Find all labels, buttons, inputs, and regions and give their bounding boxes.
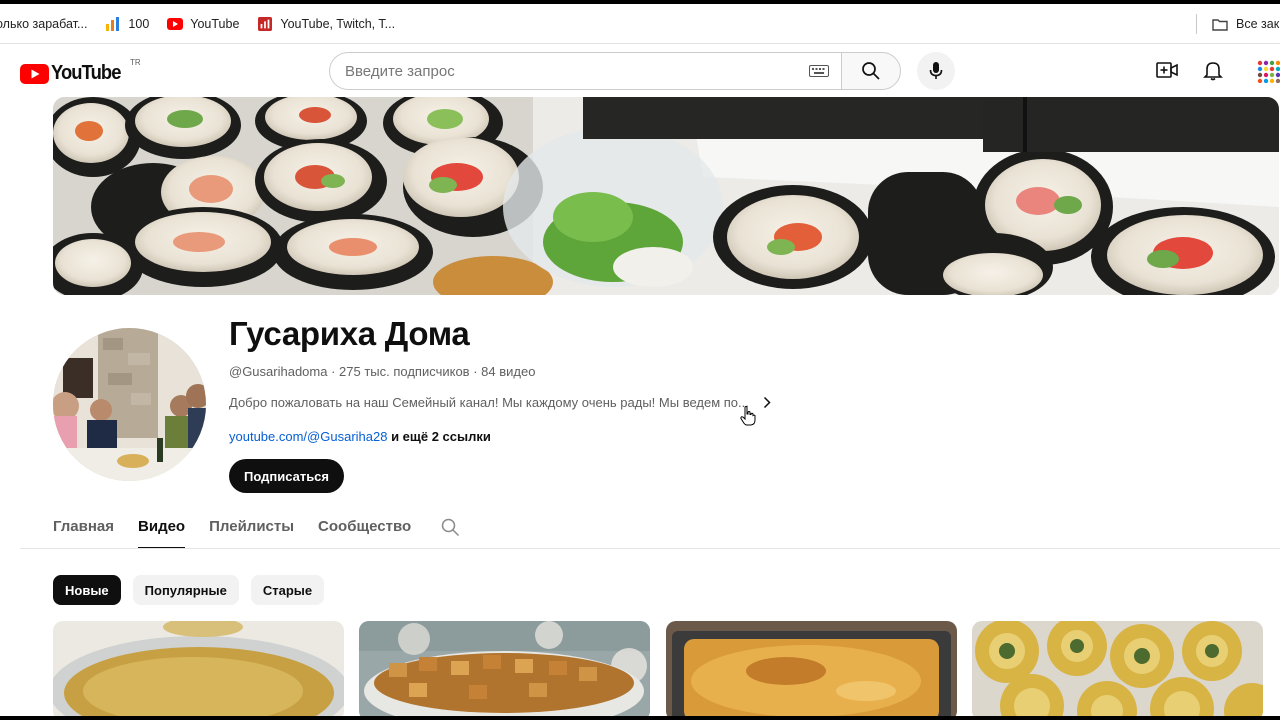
search-placeholder: Введите запрос	[345, 62, 455, 80]
video-thumbnail[interactable]	[666, 621, 957, 716]
folder-icon	[1212, 18, 1228, 31]
bookmarks-bar: олько зарабат... 100 YouTube YouTube, Tw…	[0, 4, 1280, 44]
tab-videos[interactable]: Видео	[138, 504, 186, 549]
tab-playlists[interactable]: Плейлисты	[209, 504, 294, 548]
tab-home[interactable]: Главная	[53, 504, 114, 548]
browser-window: олько зарабат... 100 YouTube YouTube, Tw…	[0, 4, 1280, 716]
channel-banner	[53, 97, 1279, 295]
search-icon	[862, 62, 880, 80]
avatar[interactable]	[1256, 59, 1280, 83]
channel-description-text: Добро пожаловать на наш Семейный канал! …	[229, 395, 749, 410]
subscribe-button[interactable]: Подписаться	[229, 459, 345, 493]
search-button[interactable]	[841, 52, 901, 90]
notifications-bell-icon[interactable]	[1203, 60, 1223, 81]
hand-pointer-cursor-icon	[740, 406, 756, 426]
bookmark-item-stats[interactable]: YouTube, Twitch, T...	[257, 16, 396, 31]
channel-search-button[interactable]	[441, 504, 460, 542]
search-bar: Введите запрос	[329, 52, 901, 90]
chip-popular[interactable]: Популярные	[132, 575, 239, 605]
channel-handle: @Gusarihadoma	[229, 364, 328, 379]
bookmark-item-100[interactable]: 100	[105, 16, 150, 31]
youtube-logo[interactable]: YouTube TR	[20, 58, 141, 85]
search-icon	[441, 518, 460, 537]
video-thumbnail[interactable]	[972, 621, 1263, 716]
bookmark-item-label: YouTube, Twitch, T...	[280, 16, 396, 31]
tabs-divider	[20, 548, 1280, 549]
bookmark-item-label: олько зарабат...	[0, 16, 88, 31]
bookmark-item-label: YouTube	[190, 16, 240, 31]
more-links-button[interactable]: и ещё 2 ссылки	[387, 429, 491, 444]
sort-chips: Новые Популярные Старые	[53, 575, 325, 605]
thumbnail-image	[972, 621, 1263, 716]
stats-icon	[258, 16, 273, 31]
voice-search-button[interactable]	[917, 52, 955, 90]
search-input[interactable]: Введите запрос	[329, 52, 841, 90]
microphone-icon	[929, 62, 943, 79]
chip-newest[interactable]: Новые	[53, 575, 121, 605]
create-video-icon[interactable]	[1156, 61, 1178, 79]
thumbnail-image	[359, 621, 650, 716]
channel-description[interactable]: Добро пожаловать на наш Семейный канал! …	[229, 395, 771, 410]
video-thumbnail[interactable]	[53, 621, 344, 716]
video-count: 84 видео	[481, 364, 536, 379]
masthead: YouTube TR Введите запрос	[0, 45, 1280, 97]
channel-link[interactable]: youtube.com/@Gusariha28	[229, 429, 387, 444]
tab-community[interactable]: Сообщество	[318, 504, 411, 548]
channel-meta: @Gusarihadoma · 275 тыс. подписчиков · 8…	[229, 364, 535, 379]
logo-text: YouTube	[51, 62, 121, 84]
keyboard-icon[interactable]	[809, 65, 829, 77]
thumbnail-image	[53, 621, 344, 716]
video-thumbnail[interactable]	[359, 621, 650, 716]
all-bookmarks-label: Все зак	[1236, 17, 1280, 31]
meta-separator: ·	[327, 364, 340, 379]
country-code: TR	[130, 58, 141, 67]
chip-oldest[interactable]: Старые	[250, 575, 325, 605]
channel-avatar[interactable]	[53, 328, 206, 481]
bookmarks-divider	[1196, 14, 1197, 34]
channel-tabs: Главная Видео Плейлисты Сообщество	[53, 504, 460, 549]
all-bookmarks-button[interactable]: Все зак	[1212, 4, 1280, 44]
meta-separator: ·	[469, 364, 482, 379]
bookmark-item-youtube[interactable]: YouTube	[167, 17, 239, 31]
channel-name: Гусариха Дома	[229, 315, 470, 352]
youtube-logo-icon	[20, 63, 49, 84]
subscriber-count: 275 тыс. подписчиков	[339, 364, 470, 379]
bookmark-item-earnings[interactable]: олько зарабат...	[0, 17, 87, 31]
youtube-icon	[167, 17, 184, 30]
channel-avatar-photo	[53, 328, 206, 481]
chevron-right-icon[interactable]	[763, 396, 771, 409]
bookmark-item-label: 100	[128, 16, 150, 31]
thumbnail-image	[666, 621, 957, 716]
bar-chart-icon	[106, 16, 120, 31]
channel-links: youtube.com/@Gusariha28 и ещё 2 ссылки	[229, 429, 491, 444]
sushi-banner-image	[53, 97, 1279, 295]
